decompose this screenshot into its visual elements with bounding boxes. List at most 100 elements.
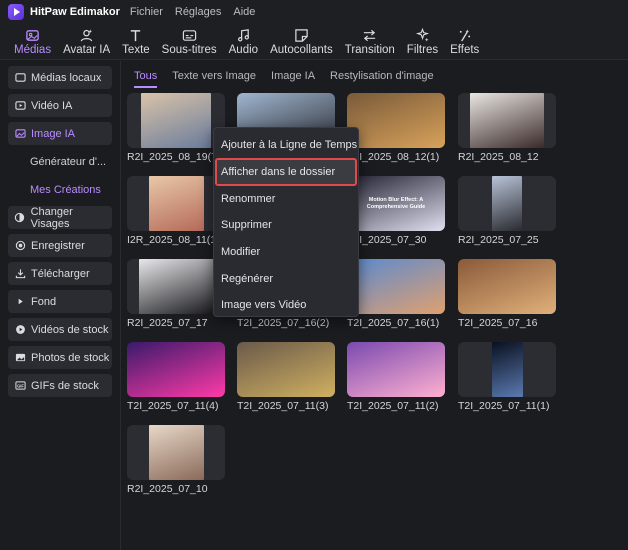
tab-image-ia[interactable]: Image IA	[271, 66, 315, 88]
tool-label: Audio	[228, 44, 259, 56]
menu-item-afficher-dossier[interactable]: Afficher dans le dossier	[215, 157, 357, 187]
tool-avatar-ia[interactable]: Avatar IA	[57, 23, 116, 59]
media-image	[127, 342, 225, 397]
sidebar-item-photos-stock[interactable]: Photos de stock	[8, 346, 112, 369]
sidebar-item-mes-creations[interactable]: Mes Créations	[8, 178, 112, 201]
filters-icon	[414, 27, 430, 43]
media-name: R2I_2025_07_10	[127, 483, 208, 495]
folder-icon	[14, 72, 26, 84]
sidebar-item-generateur[interactable]: Générateur d'...	[8, 150, 112, 173]
sidebar-item-gifs-stock[interactable]: GIF GIFs de stock	[8, 374, 112, 397]
tab-tous[interactable]: Tous	[134, 66, 158, 88]
media-card[interactable]: R2I_2025_08_12	[458, 93, 556, 163]
media-thumbnail[interactable]	[347, 93, 445, 148]
tool-medias[interactable]: Médias	[8, 23, 57, 59]
media-thumbnail[interactable]: Motion Blur Effect: A Comprehensive Guid…	[347, 176, 445, 231]
tool-sous-titres[interactable]: Sous-titres	[156, 23, 223, 59]
media-card[interactable]: R2I_2025_07_10	[127, 425, 225, 495]
sidebar: Médias locaux Vidéo IA Image IA Générate…	[0, 61, 121, 550]
menu-aide[interactable]: Aide	[233, 6, 255, 18]
media-image	[492, 176, 522, 231]
menu-item-renommer[interactable]: Renommer	[214, 185, 358, 212]
sidebar-item-label: Vidéos de stock	[31, 323, 109, 336]
media-card[interactable]: R2I_2025_07_25	[458, 176, 556, 246]
sidebar-item-image-ia[interactable]: Image IA	[8, 122, 112, 145]
menu-item-supprimer[interactable]: Supprimer	[214, 212, 358, 239]
sidebar-item-medias-locaux[interactable]: Médias locaux	[8, 66, 112, 89]
media-card[interactable]: T2I_2025_08_12(1)	[347, 93, 445, 163]
record-icon	[14, 240, 26, 252]
sidebar-item-label: Photos de stock	[31, 351, 110, 364]
tool-transition[interactable]: Transition	[339, 23, 401, 59]
tool-autocollants[interactable]: Autocollants	[264, 23, 339, 59]
media-image	[458, 259, 556, 314]
sidebar-item-fond[interactable]: Fond	[8, 290, 112, 313]
media-image	[138, 259, 214, 314]
sidebar-item-changer-visages[interactable]: Changer Visages	[8, 205, 112, 230]
media-thumbnail[interactable]	[127, 176, 225, 231]
media-card[interactable]: T2I_2025_07_11(1)	[458, 342, 556, 412]
media-name: T2I_2025_07_16	[458, 317, 538, 329]
menu-fichier[interactable]: Fichier	[130, 6, 163, 18]
app-logo-icon	[8, 4, 24, 20]
title-bar: HitPaw Edimakor Fichier Réglages Aide	[0, 0, 628, 24]
menu-item-ajouter-timeline[interactable]: Ajouter à la Ligne de Temps	[214, 132, 358, 159]
media-card[interactable]: Motion Blur Effect: A Comprehensive Guid…	[347, 176, 445, 246]
tool-audio[interactable]: Audio	[223, 23, 264, 59]
tool-filtres[interactable]: Filtres	[401, 23, 444, 59]
media-card[interactable]: T2I_2025_07_16(1)	[347, 259, 445, 329]
media-thumbnail[interactable]	[347, 342, 445, 397]
sidebar-item-video-ia[interactable]: Vidéo IA	[8, 94, 112, 117]
sidebar-item-videos-stock[interactable]: Vidéos de stock	[8, 318, 112, 341]
sidebar-item-telecharger[interactable]: Télécharger	[8, 262, 112, 285]
tab-texte-vers-image[interactable]: Texte vers Image	[172, 66, 256, 88]
triangle-icon	[14, 296, 26, 308]
tool-effets[interactable]: Effets	[444, 23, 485, 59]
media-thumbnail[interactable]	[458, 93, 556, 148]
media-name: R2I_2025_07_17	[127, 317, 208, 329]
video-ai-icon	[14, 100, 26, 112]
media-card[interactable]: R2I_2025_07_17	[127, 259, 225, 329]
media-image	[148, 176, 204, 231]
media-card[interactable]: R2I_2025_08_19(7)	[127, 93, 225, 163]
main-toolbar: Médias Avatar IA Texte Sous-titres Audio…	[0, 24, 628, 60]
media-thumbnail[interactable]	[237, 342, 335, 397]
media-name: R2I_2025_08_12	[458, 151, 539, 163]
tab-restylisation[interactable]: Restylisation d'image	[330, 66, 434, 88]
menu-item-regenerer[interactable]: Regénérer	[214, 265, 358, 292]
media-thumbnail[interactable]	[458, 259, 556, 314]
media-thumbnail[interactable]	[127, 342, 225, 397]
media-thumbnail[interactable]	[347, 259, 445, 314]
media-card[interactable]: T2I_2025_07_16	[458, 259, 556, 329]
menu-item-image-vers-video[interactable]: Image vers Vidéo	[214, 292, 358, 319]
tool-label: Transition	[344, 44, 395, 56]
menu-reglages[interactable]: Réglages	[175, 6, 221, 18]
menu-item-modifier[interactable]: Modifier	[214, 239, 358, 266]
media-thumbnail[interactable]	[127, 259, 225, 314]
sidebar-item-label: Changer Visages	[30, 205, 73, 230]
tool-label: Médias	[14, 44, 52, 56]
media-name: T2I_2025_07_11(3)	[237, 400, 329, 412]
media-name: R2I_2025_08_19(7)	[127, 151, 221, 163]
media-image	[491, 342, 523, 397]
context-menu: Ajouter à la Ligne de Temps Afficher dan…	[213, 127, 359, 317]
media-card[interactable]: T2I_2025_07_11(4)	[127, 342, 225, 412]
media-thumbnail[interactable]	[458, 176, 556, 231]
media-image	[148, 425, 204, 480]
media-card[interactable]: T2I_2025_07_11(2)	[347, 342, 445, 412]
media-thumbnail[interactable]	[127, 425, 225, 480]
media-card[interactable]: I2R_2025_08_11(1)	[127, 176, 225, 246]
tool-label: Effets	[450, 44, 480, 56]
media-image: Motion Blur Effect: A Comprehensive Guid…	[347, 176, 445, 231]
media-thumbnail[interactable]	[127, 93, 225, 148]
sticker-icon	[293, 27, 309, 43]
music-note-icon	[235, 27, 251, 43]
media-card[interactable]: T2I_2025_07_11(3)	[237, 342, 335, 412]
effects-icon	[457, 27, 473, 43]
tool-label: Autocollants	[270, 44, 333, 56]
tool-texte[interactable]: Texte	[116, 23, 156, 59]
media-thumbnail[interactable]	[458, 342, 556, 397]
avatar-icon	[79, 27, 95, 43]
sidebar-item-enregistrer[interactable]: Enregistrer	[8, 234, 112, 257]
media-name: T2I_2025_07_11(2)	[347, 400, 439, 412]
